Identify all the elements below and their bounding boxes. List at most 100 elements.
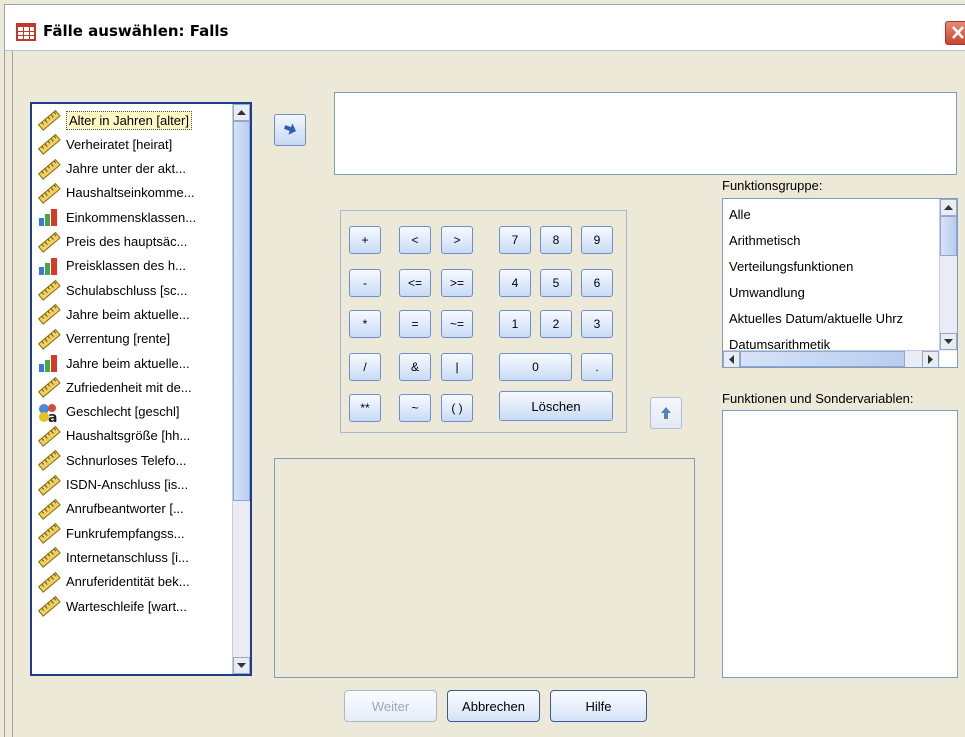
variable-label: Alter in Jahren [alter] <box>66 110 192 130</box>
variable-item[interactable]: Schnurloses Telefo... <box>32 448 228 472</box>
variable-item[interactable]: Jahre beim aktuelle... <box>32 302 228 326</box>
keypad-key[interactable]: 7 <box>499 226 531 254</box>
variable-item[interactable]: a Geschlecht [geschl] <box>32 400 228 426</box>
variable-item[interactable]: Internetanschluss [i... <box>32 545 228 569</box>
keypad-key[interactable]: . <box>581 353 613 381</box>
function-group-list[interactable]: Datumsarithmetik Aktuelles Datum/aktuelle… <box>722 198 958 368</box>
help-button[interactable]: Hilfe <box>550 690 647 722</box>
title-bar: Fälle auswählen: Falls <box>5 5 965 51</box>
scroll-thumb[interactable] <box>940 216 957 256</box>
variable-label: Verrentung [rente] <box>66 331 171 347</box>
variable-label: Warteschleife [wart... <box>66 598 187 614</box>
keypad-key[interactable]: ~ <box>399 394 431 422</box>
scroll-left-button[interactable] <box>723 351 740 367</box>
keypad-key[interactable]: & <box>399 353 431 381</box>
function-group-hscrollbar[interactable] <box>723 350 940 367</box>
ruler-icon <box>36 328 62 350</box>
keypad-key[interactable]: 0 <box>499 353 572 381</box>
variable-label: Preis des hauptsäc... <box>66 234 188 249</box>
variable-item[interactable]: Preisklassen des h... <box>32 254 228 278</box>
function-group-item[interactable]: Arithmetisch <box>729 233 801 248</box>
keypad-key[interactable]: + <box>349 226 381 254</box>
scroll-up-button[interactable] <box>940 199 957 216</box>
variable-label: Internetanschluss [i... <box>66 549 189 565</box>
ruler-icon <box>36 498 62 520</box>
variable-item[interactable]: Anruferidentität bek... <box>32 570 228 594</box>
variable-item[interactable]: Preis des hauptsäc... <box>32 230 228 254</box>
function-group-item[interactable]: Verteilungsfunktionen <box>729 259 853 274</box>
variable-label: Verheiratet [heirat] <box>66 136 173 152</box>
variable-label: Jahre unter der akt... <box>66 161 186 177</box>
keypad-key[interactable]: ~= <box>441 310 473 338</box>
keypad-key[interactable]: <= <box>399 269 431 297</box>
keypad-key[interactable]: 4 <box>499 269 531 297</box>
variable-item[interactable]: Alter in Jahren [alter] <box>32 108 228 132</box>
variable-label: Anruferidentität bek... <box>66 574 190 590</box>
variable-item[interactable]: Jahre beim aktuelle... <box>32 351 228 375</box>
keypad-key[interactable]: | <box>441 353 473 381</box>
keypad-key[interactable]: / <box>349 353 381 381</box>
keypad-key[interactable]: Löschen <box>499 391 613 421</box>
close-button[interactable] <box>945 21 965 45</box>
move-variable-button[interactable] <box>274 114 306 146</box>
keypad-key[interactable]: 1 <box>499 310 531 338</box>
function-group-item[interactable]: Aktuelles Datum/aktuelle Uhrz <box>729 311 903 326</box>
keypad-key[interactable]: 8 <box>540 226 572 254</box>
variable-item[interactable]: Haushaltsgröße [hh... <box>32 424 228 448</box>
keypad-key[interactable]: 3 <box>581 310 613 338</box>
variable-item[interactable]: Verheiratet [heirat] <box>32 132 228 156</box>
keypad-key[interactable]: > <box>441 226 473 254</box>
scroll-right-button[interactable] <box>922 351 939 367</box>
scroll-thumb[interactable] <box>233 121 250 501</box>
keypad-key[interactable]: 6 <box>581 269 613 297</box>
keypad-key[interactable]: >= <box>441 269 473 297</box>
variable-item[interactable]: Jahre unter der akt... <box>32 157 228 181</box>
continue-button[interactable]: Weiter <box>344 690 437 722</box>
variable-item[interactable]: Funkrufempfangss... <box>32 521 228 545</box>
variable-item[interactable]: Haushaltseinkomme... <box>32 181 228 205</box>
ruler-icon <box>36 303 62 326</box>
keypad-key[interactable]: 2 <box>540 310 572 338</box>
ruler-icon <box>36 522 62 544</box>
arrow-left-icon <box>729 355 734 364</box>
variable-list-scrollbar[interactable] <box>232 104 250 674</box>
variable-label: Preisklassen des h... <box>66 258 186 274</box>
variable-item[interactable]: Verrentung [rente] <box>32 327 228 351</box>
dataset-grid-icon <box>16 23 36 41</box>
variable-item[interactable]: Warteschleife [wart... <box>32 594 228 618</box>
bar-chart-icon <box>36 352 62 374</box>
variable-item[interactable]: Einkommensklassen... <box>32 205 228 229</box>
keypad-key[interactable]: ( ) <box>441 394 473 422</box>
functions-list[interactable] <box>722 410 958 678</box>
keypad-key[interactable]: - <box>349 269 381 297</box>
function-group-vscrollbar[interactable] <box>939 199 957 351</box>
keypad-key[interactable]: < <box>399 226 431 254</box>
variable-label: Jahre beim aktuelle... <box>66 355 190 371</box>
cancel-button[interactable]: Abbrechen <box>447 690 540 722</box>
scroll-up-button[interactable] <box>233 104 250 121</box>
scroll-down-button[interactable] <box>233 657 250 674</box>
scroll-thumb[interactable] <box>740 351 905 367</box>
function-group-item[interactable]: Umwandlung <box>729 285 805 300</box>
calculator-keypad: + < >7 8 9 - <= >= 4 5 6 * = ~= 1 2 3 /& | 0. ** ~ ( ) Löschen <box>340 210 627 433</box>
variable-item[interactable]: Schulabschluss [sc... <box>32 278 228 302</box>
variable-item[interactable]: Zufriedenheit mit de... <box>32 375 228 399</box>
keypad-key[interactable]: ** <box>349 394 381 422</box>
bar-chart-icon <box>36 206 62 228</box>
insert-function-button[interactable] <box>650 397 682 429</box>
keypad-key[interactable]: * <box>349 310 381 338</box>
expression-textbox[interactable] <box>334 92 957 175</box>
ruler-icon <box>36 109 62 131</box>
bar-chart-icon <box>36 255 62 277</box>
function-group-item[interactable]: Datumsarithmetik <box>729 337 830 349</box>
variable-item[interactable]: ISDN-Anschluss [is... <box>32 473 228 497</box>
keypad-key[interactable]: 9 <box>581 226 613 254</box>
function-group-item[interactable]: Alle <box>729 207 751 222</box>
variable-list[interactable]: Alter in Jahren [alter] Verheiratet [heir… <box>30 102 252 676</box>
keypad-key[interactable]: 5 <box>540 269 572 297</box>
ruler-icon <box>36 376 62 399</box>
variable-label: Schnurloses Telefo... <box>66 452 187 468</box>
variable-item[interactable]: Anrufbeantworter [... <box>32 497 228 521</box>
scroll-down-button[interactable] <box>940 333 957 350</box>
keypad-key[interactable]: = <box>399 310 431 338</box>
